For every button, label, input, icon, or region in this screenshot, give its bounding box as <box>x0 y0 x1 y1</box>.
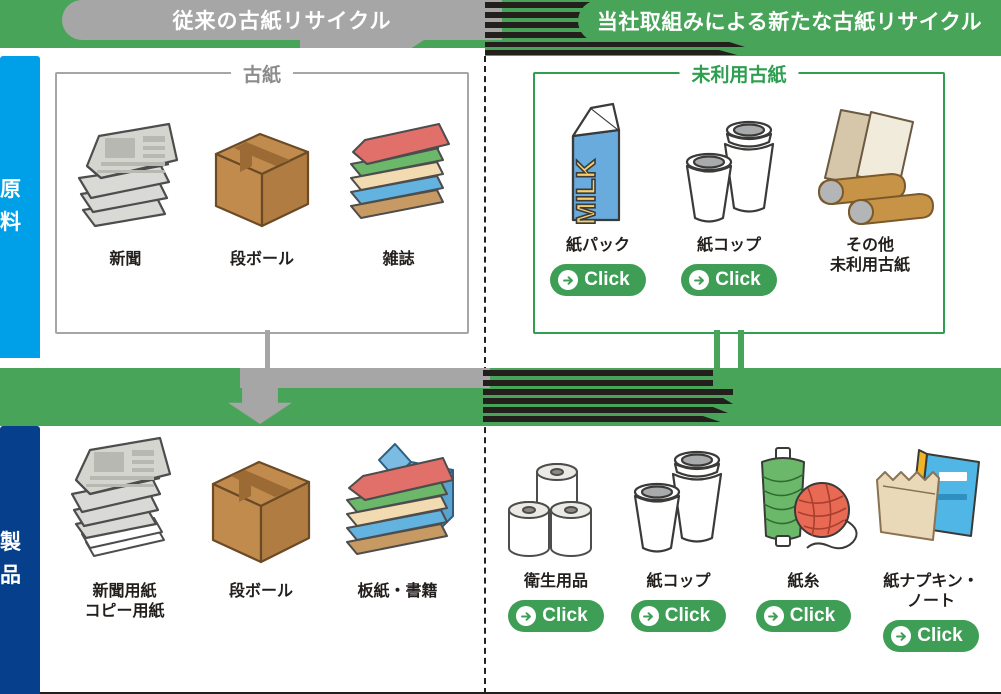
products-right-row: 衛生用品 Click 紙コップ Click 紙糸 Click 紙ナプキン・ ノー… <box>496 436 996 652</box>
header-right-title: 当社取組みによる新たな古紙リサイクル <box>596 11 983 34</box>
click-button-label: Click <box>584 269 630 290</box>
products-left-row: 新聞用紙 コピー用紙 段ボール 板紙・書籍 <box>55 436 467 622</box>
newsprint-copypaper-icon <box>60 436 190 576</box>
paper-sheets-tubes-icon <box>805 100 935 230</box>
product-caption: 紙コップ <box>646 573 711 590</box>
flow-arrow-right-stripes <box>483 368 763 426</box>
cardboard-box-icon <box>199 436 324 576</box>
click-button-napkin-notebook[interactable]: Click <box>883 620 979 652</box>
cardboard-box-icon <box>202 114 322 244</box>
click-button-paper-yarn[interactable]: Click <box>755 600 852 632</box>
material-caption: 段ボール <box>229 251 294 268</box>
arrow-right-icon <box>763 606 784 626</box>
flow-connector-right-a <box>714 330 720 368</box>
material-item-other: その他 未利用古紙 <box>805 100 935 276</box>
product-caption: 新聞用紙 コピー用紙 <box>84 583 165 620</box>
material-item-cardboard: 段ボール <box>202 114 322 270</box>
sidebar-label-materials: 原 料 <box>0 56 40 358</box>
material-caption: 紙パック <box>565 237 630 254</box>
click-button-paper-cup-product[interactable]: Click <box>630 600 727 632</box>
product-item-paper-yarn: 紙糸 Click <box>746 436 861 632</box>
click-button-label: Click <box>917 625 963 646</box>
magazine-stack-icon <box>339 114 459 244</box>
sidebar-products-text: 製 品 <box>0 531 21 587</box>
paper-cups-icon <box>669 100 789 230</box>
toilet-rolls-icon <box>501 436 611 566</box>
product-item-paper-cup: 紙コップ Click <box>621 436 736 632</box>
product-caption: 紙糸 <box>787 573 820 590</box>
click-button-label: Click <box>664 605 711 626</box>
material-caption: 新聞 <box>109 251 142 268</box>
sidebar-label-products: 製 品 <box>0 426 40 694</box>
arrow-right-icon <box>689 270 710 290</box>
product-item-napkin-notebook: 紙ナプキン・ ノート Click <box>871 436 991 652</box>
unused-waste-paper-box: 未利用古紙 MILK 紙パック Click 紙コップ Click その他 未利用… <box>533 60 945 334</box>
click-button-label: Click <box>789 605 836 626</box>
click-button-paper-cup[interactable]: Click <box>681 264 777 296</box>
arrow-right-icon <box>638 606 659 626</box>
svg-text:MILK: MILK <box>571 159 601 225</box>
newspaper-stack-icon <box>65 114 185 244</box>
product-item-newsprint: 新聞用紙 コピー用紙 <box>60 436 190 622</box>
material-caption: その他 未利用古紙 <box>829 237 910 274</box>
paperboard-books-icon <box>333 436 463 576</box>
click-button-label: Click <box>542 605 588 626</box>
product-caption: 紙ナプキン・ ノート <box>883 573 979 610</box>
material-caption: 紙コップ <box>696 237 761 254</box>
product-caption: 衛生用品 <box>523 573 588 590</box>
flow-connector-right-b <box>738 330 744 368</box>
product-item-sanitary: 衛生用品 Click <box>501 436 611 632</box>
flow-connector-left <box>265 330 270 368</box>
material-item-newspaper: 新聞 <box>65 114 185 270</box>
header-left-title: 従来の古紙リサイクル <box>172 10 392 33</box>
arrow-right-icon <box>516 606 537 626</box>
napkin-notebook-icon <box>871 436 991 566</box>
click-button-paper-pack[interactable]: Click <box>550 264 646 296</box>
product-item-paperboard-books: 板紙・書籍 <box>333 436 463 602</box>
click-button-sanitary[interactable]: Click <box>508 600 604 632</box>
product-item-cardboard: 段ボール <box>199 436 324 602</box>
click-button-label: Click <box>715 269 761 290</box>
arrow-right-icon <box>891 626 912 646</box>
paper-yarn-icon <box>746 436 861 566</box>
material-item-magazine: 雑誌 <box>339 114 459 270</box>
header: 従来の古紙リサイクル 当社取組みによる新たな古紙リサイクル <box>0 0 1001 56</box>
product-caption: 板紙・書籍 <box>357 583 438 600</box>
waste-paper-box: 古紙 新聞 段ボール 雑誌 <box>55 60 469 334</box>
product-caption: 段ボール <box>228 583 293 600</box>
sidebar-materials-text: 原 料 <box>0 178 21 234</box>
arrow-right-icon <box>558 270 579 290</box>
material-item-paper-pack: MILK 紙パック Click <box>543 100 653 296</box>
material-item-paper-cup: 紙コップ Click <box>669 100 789 296</box>
milk-carton-icon: MILK <box>543 100 653 230</box>
paper-cups-icon <box>621 436 736 566</box>
flow-arrow-left <box>228 368 348 426</box>
material-caption: 雑誌 <box>382 251 415 268</box>
